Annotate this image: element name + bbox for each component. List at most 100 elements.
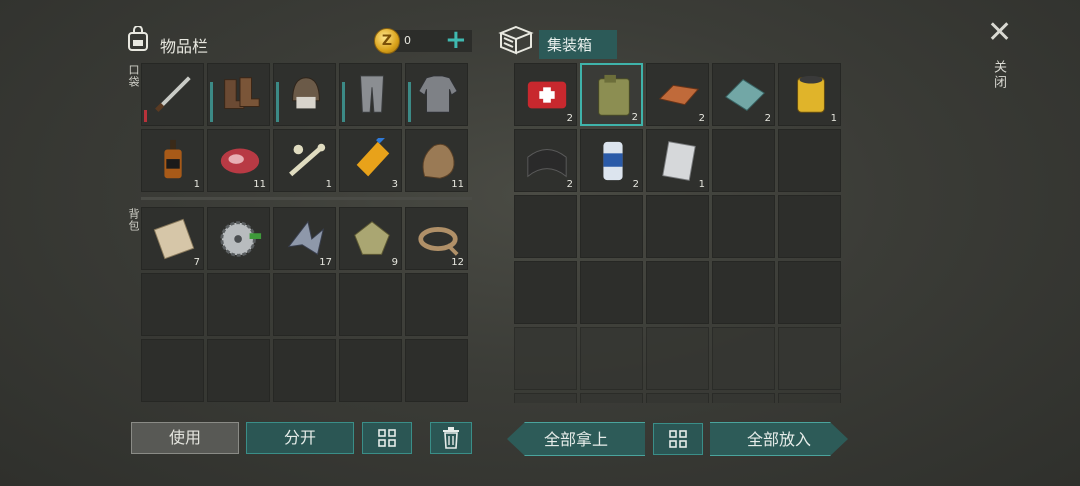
durability-bar — [210, 82, 213, 122]
backpack-grid: 7 17 9 12 — [141, 207, 468, 402]
copper-ingot-icon — [658, 84, 700, 106]
backpack-icon — [126, 25, 150, 56]
beer-can-icon — [603, 141, 623, 181]
item-slot[interactable]: 2 — [646, 63, 709, 126]
split-button[interactable]: 分开 — [246, 422, 354, 454]
empty-slot[interactable] — [514, 393, 577, 403]
container-scroll-area[interactable]: 2 2 2 2 1 2 2 1 — [514, 63, 845, 403]
empty-slot[interactable] — [514, 261, 577, 324]
empty-slot[interactable] — [778, 327, 841, 390]
empty-slot[interactable] — [646, 261, 709, 324]
empty-slot[interactable] — [778, 261, 841, 324]
empty-slot[interactable] — [778, 195, 841, 258]
item-count: 11 — [451, 179, 464, 190]
trash-icon — [443, 427, 459, 449]
leather-icon — [354, 221, 390, 255]
empty-slot[interactable] — [141, 273, 204, 336]
item-slot[interactable]: 3 — [339, 129, 402, 192]
item-count: 2 — [566, 113, 573, 124]
pocket-label: 口袋 — [127, 64, 140, 88]
item-slot[interactable] — [207, 207, 270, 270]
sort-inventory-button[interactable] — [362, 422, 412, 454]
item-slot[interactable] — [141, 63, 204, 126]
empty-slot[interactable] — [514, 327, 577, 390]
item-slot[interactable]: 11 — [405, 129, 468, 192]
empty-slot[interactable] — [712, 261, 775, 324]
sort-container-button[interactable] — [653, 423, 703, 455]
empty-slot[interactable] — [207, 339, 270, 402]
hood-icon — [292, 77, 320, 109]
durability-bar — [144, 110, 147, 122]
coin-count: 0 — [404, 34, 411, 47]
container-grid: 2 2 2 2 1 2 2 1 — [514, 63, 845, 403]
item-count: 17 — [319, 257, 332, 268]
durability-bar — [276, 82, 279, 122]
section-divider — [141, 197, 472, 200]
item-slot[interactable]: 7 — [141, 207, 204, 270]
item-count: 3 — [391, 179, 398, 190]
empty-slot[interactable] — [405, 273, 468, 336]
backpack-label: 背包 — [127, 208, 140, 232]
empty-slot[interactable] — [646, 393, 709, 403]
item-slot[interactable] — [405, 63, 468, 126]
first-aid-kit-icon — [527, 81, 567, 109]
empty-slot[interactable] — [339, 273, 402, 336]
item-count: 1 — [193, 179, 200, 190]
grid-sort-icon — [378, 429, 396, 447]
item-slot[interactable] — [207, 63, 270, 126]
item-slot[interactable]: 1 — [778, 63, 841, 126]
add-coins-button[interactable]: + — [445, 27, 467, 53]
empty-slot[interactable] — [778, 393, 841, 403]
glue-icon — [356, 138, 390, 177]
item-slot[interactable]: 17 — [273, 207, 336, 270]
item-slot[interactable]: 1 — [141, 129, 204, 192]
empty-slot[interactable] — [712, 327, 775, 390]
close-label: 关闭 — [991, 60, 1006, 90]
item-slot[interactable]: 11 — [207, 129, 270, 192]
empty-slot[interactable] — [580, 327, 643, 390]
empty-slot[interactable] — [712, 393, 775, 403]
empty-slot[interactable] — [339, 339, 402, 402]
empty-slot[interactable] — [712, 195, 775, 258]
item-slot[interactable]: 1 — [273, 129, 336, 192]
use-button[interactable]: 使用 — [131, 422, 239, 454]
jerry-can-icon — [598, 74, 630, 116]
item-slot[interactable]: 12 — [405, 207, 468, 270]
discard-button[interactable] — [430, 422, 472, 454]
item-slot[interactable]: 9 — [339, 207, 402, 270]
pocket-grid: 1 11 1 3 11 — [141, 63, 468, 192]
close-button[interactable]: ✕ — [987, 18, 1012, 48]
empty-slot[interactable] — [646, 195, 709, 258]
empty-slot[interactable] — [405, 339, 468, 402]
inventory-title: 物品栏 — [160, 37, 209, 56]
empty-slot[interactable] — [580, 195, 643, 258]
item-slot[interactable] — [273, 63, 336, 126]
cloth-icon — [153, 218, 195, 260]
item-slot[interactable]: 1 — [646, 129, 709, 192]
empty-slot[interactable] — [514, 195, 577, 258]
empty-slot[interactable] — [712, 129, 775, 192]
empty-slot[interactable] — [207, 273, 270, 336]
container-title: 集装箱 — [539, 30, 617, 59]
item-slot[interactable]: 2 — [712, 63, 775, 126]
item-count: 11 — [253, 179, 266, 190]
empty-slot[interactable] — [580, 261, 643, 324]
take-all-button[interactable]: 全部拿上 — [507, 422, 645, 456]
item-slot[interactable]: 2 — [514, 63, 577, 126]
durability-bar — [408, 82, 411, 122]
grid-sort-icon — [669, 430, 687, 448]
item-slot[interactable] — [339, 63, 402, 126]
empty-slot[interactable] — [580, 393, 643, 403]
glass-sheet-icon — [725, 79, 765, 111]
empty-slot[interactable] — [273, 273, 336, 336]
item-slot[interactable]: 2 — [514, 129, 577, 192]
empty-slot[interactable] — [273, 339, 336, 402]
jacket-icon — [418, 75, 458, 113]
empty-slot[interactable] — [778, 129, 841, 192]
put-all-button[interactable]: 全部放入 — [710, 422, 848, 456]
empty-slot[interactable] — [141, 339, 204, 402]
empty-slot[interactable] — [646, 327, 709, 390]
item-slot[interactable]: 2 — [580, 129, 643, 192]
item-count: 2 — [631, 112, 638, 123]
item-slot[interactable]: 2 — [580, 63, 643, 126]
